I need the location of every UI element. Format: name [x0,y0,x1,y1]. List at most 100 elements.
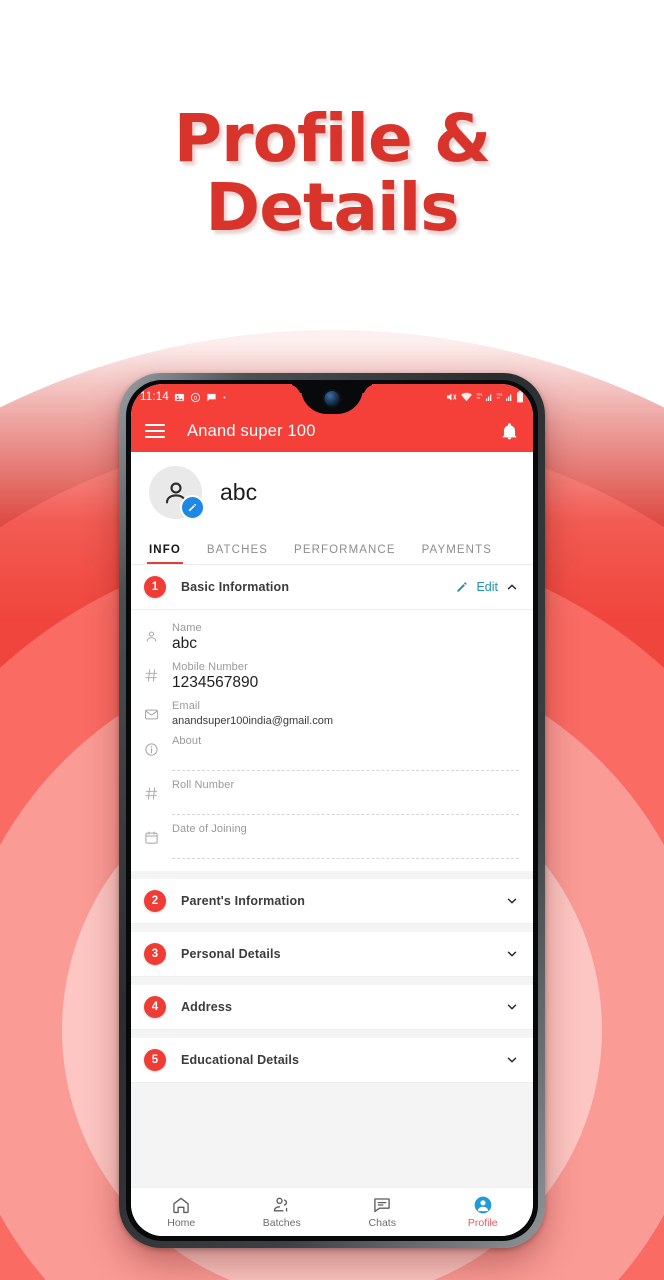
field-label: About [172,735,202,747]
field-label: Email [172,700,201,712]
headline-line-1: Profile & [173,100,492,177]
section-number-badge: 3 [144,943,166,965]
hash-icon [144,779,172,801]
section-header-actions [505,1000,519,1014]
field-date-of-joining[interactable]: Date of Joining [144,817,519,861]
pencil-icon[interactable] [180,495,205,520]
chat-icon [372,1195,392,1215]
field-empty-underline [172,841,519,859]
field-body: Mobile Number 1234567890 [172,661,519,692]
status-bar-clock: 11:14 [140,391,169,403]
nav-label: Profile [467,1217,498,1229]
section-number-badge: 5 [144,1049,166,1071]
battery-icon [516,391,524,403]
section-number-badge: 2 [144,890,166,912]
section-header-actions [505,894,519,908]
headline-line-2: Details [205,169,459,247]
field-roll-number[interactable]: Roll Number [144,773,519,817]
front-camera-icon [324,391,340,406]
section-educational-details: 5 Educational Details [131,1038,533,1083]
phone-screen: 11:14 D VoL TE VoL TE Anand super 100 ab… [131,384,533,1236]
field-label: Mobile Number [172,661,248,673]
section-title: Educational Details [181,1053,300,1067]
calendar-icon [144,823,172,845]
dot-icon [222,395,227,400]
nav-item-chats[interactable]: Chats [332,1195,433,1229]
section-header[interactable]: 3 Personal Details [131,932,533,977]
mute-icon [445,391,457,403]
section-number-badge: 1 [144,576,166,598]
volte-signal-icon: VoL TE [476,391,493,403]
section-title: Parent's Information [181,894,306,908]
nav-item-profile[interactable]: Profile [433,1195,534,1229]
app-bar: Anand super 100 [131,410,533,452]
tab-payments[interactable]: PAYMENTS [422,544,492,564]
section-number-badge: 4 [144,996,166,1018]
section-header[interactable]: 4 Address [131,985,533,1030]
edit-button[interactable]: Edit [476,580,498,594]
section-header-actions [505,1053,519,1067]
status-bar-right: VoL TE VoL TE [445,391,524,403]
nav-item-batches[interactable]: Batches [232,1195,333,1229]
status-bar-left: 11:14 D [140,391,227,403]
person-icon [144,622,172,644]
hash-icon [144,661,172,683]
section-fields: Name abc Mobile Number 1234567890 Email … [131,610,533,871]
field-label: Name [172,622,202,634]
wifi-icon [460,392,473,403]
app-badge-icon: D [190,392,201,403]
field-body: Roll Number [172,779,519,815]
envelope-icon [144,700,172,722]
chevron-down-icon[interactable] [505,1053,519,1067]
field-name[interactable]: Name abc [144,616,519,655]
nav-label: Home [167,1217,196,1229]
avatar[interactable] [149,466,205,520]
hamburger-icon[interactable] [145,424,165,438]
field-body: About [172,735,519,771]
nav-item-home[interactable]: Home [131,1195,232,1229]
tab-info[interactable]: INFO [147,544,183,564]
phone-bezel: 11:14 D VoL TE VoL TE Anand super 100 ab… [126,380,538,1241]
people-icon [272,1195,292,1215]
field-empty-underline [172,753,519,771]
volte-signal-2-icon: VoL TE [496,391,513,403]
chevron-up-icon[interactable] [505,580,519,594]
section-header[interactable]: 1 Basic Information Edit [131,565,533,610]
pencil-icon[interactable] [455,580,469,594]
profile-content: 1 Basic Information Edit Name abc Mobile… [131,565,533,1189]
section-header[interactable]: 5 Educational Details [131,1038,533,1083]
tab-performance[interactable]: PERFORMANCE [294,544,396,564]
section-basic-information: 1 Basic Information Edit Name abc Mobile… [131,565,533,871]
page-title: Profile & Details [0,104,664,243]
profile-icon [473,1195,493,1215]
section-personal-details: 3 Personal Details [131,932,533,977]
section-header-actions [505,947,519,961]
phone-mockup: 11:14 D VoL TE VoL TE Anand super 100 ab… [119,373,545,1248]
section-header-actions: Edit [455,580,519,594]
info-icon [144,735,172,757]
nav-label: Chats [368,1217,396,1229]
svg-text:D: D [194,395,198,401]
bottom-navigation: Home Batches Chats Profile [131,1187,533,1236]
chat-icon [206,392,217,403]
section-title: Address [181,1000,233,1014]
section-address: 4 Address [131,985,533,1030]
nav-label: Batches [262,1217,301,1229]
field-value: 1234567890 [172,674,259,691]
bell-icon[interactable] [500,422,519,441]
field-value: abc [172,635,197,652]
field-value: anandsuper100india@gmail.com [172,715,333,727]
section-header[interactable]: 2 Parent's Information [131,879,533,924]
field-body: Date of Joining [172,823,519,859]
field-label: Date of Joining [172,823,247,835]
home-icon [171,1195,191,1215]
tab-bar: INFO BATCHES PERFORMANCE PAYMENTS [131,531,533,565]
field-about[interactable]: About [144,729,519,773]
field-email[interactable]: Email anandsuper100india@gmail.com [144,694,519,729]
chevron-down-icon[interactable] [505,947,519,961]
app-bar-title: Anand super 100 [187,421,316,440]
chevron-down-icon[interactable] [505,894,519,908]
chevron-down-icon[interactable] [505,1000,519,1014]
field-mobile-number[interactable]: Mobile Number 1234567890 [144,655,519,694]
tab-batches[interactable]: BATCHES [207,544,268,564]
